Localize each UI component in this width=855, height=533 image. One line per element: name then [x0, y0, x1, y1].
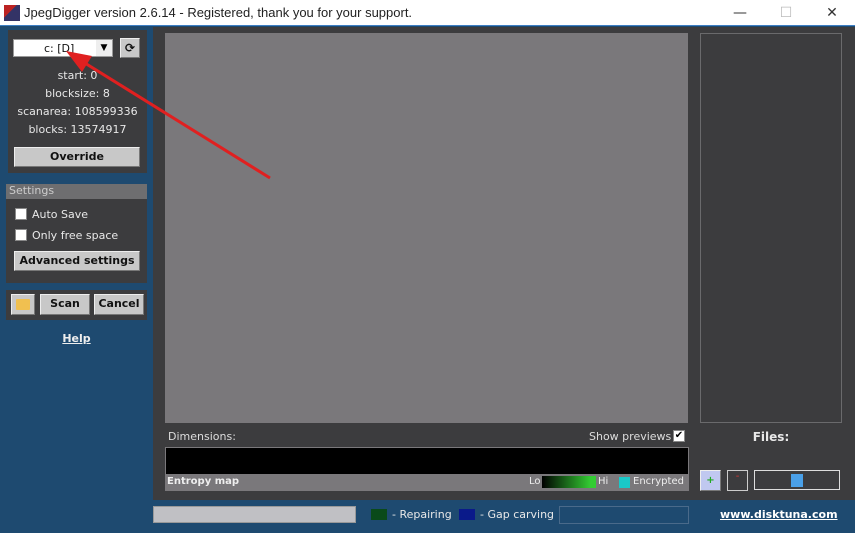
annotation-arrow — [66, 51, 271, 180]
